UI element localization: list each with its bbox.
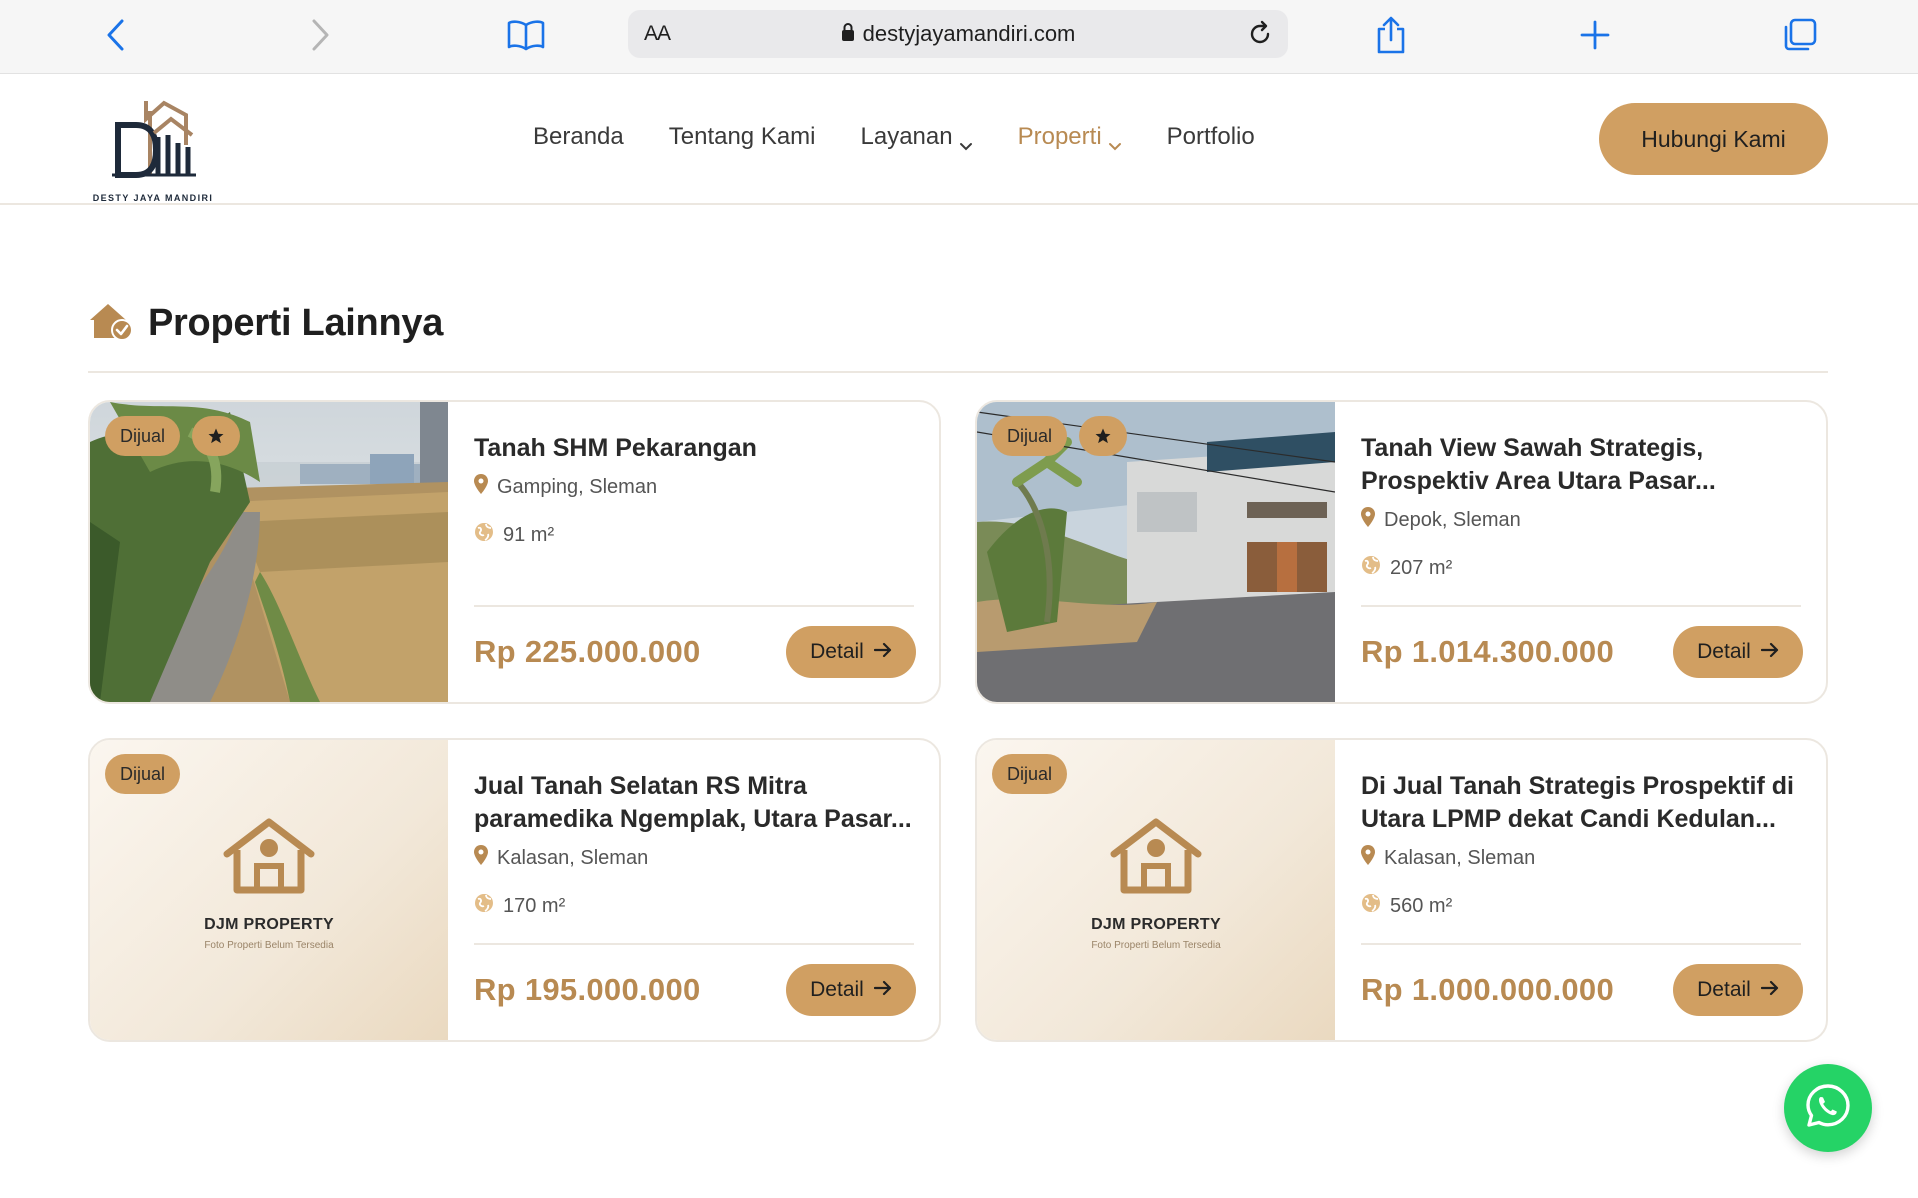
browser-toolbar: AA destyjayamandiri.com [0,0,1918,74]
property-location: Kalasan, Sleman [1361,845,1535,871]
arrow-right-icon [873,978,892,1002]
globe-icon [474,893,494,919]
property-area: 170 m² [474,893,565,919]
site-logo[interactable]: DESTY JAYA MANDIRI [88,97,218,203]
house-icon [223,818,315,896]
property-location: Depok, Sleman [1361,507,1521,533]
arrow-right-icon [1760,978,1779,1002]
detail-button[interactable]: Detail [786,964,916,1016]
star-icon [1079,416,1128,456]
property-photo[interactable]: DJM PROPERTY Foto Properti Belum Tersedi… [977,740,1335,1040]
card-divider [1361,943,1801,945]
globe-icon [474,522,494,548]
card-divider [1361,605,1801,607]
whatsapp-chat-button[interactable] [1784,1064,1872,1152]
contact-us-button[interactable]: Hubungi Kami [1599,103,1828,175]
property-title[interactable]: Tanah SHM Pekarangan [474,432,916,465]
section-title: Properti Lainnya [148,302,444,344]
nav-item-beranda[interactable]: Beranda [533,123,624,151]
card-divider [474,605,914,607]
property-title[interactable]: Di Jual Tanah Strategis Prospektif di Ut… [1361,770,1803,836]
property-card[interactable]: DJM PROPERTY Foto Properti Belum Tersedi… [975,738,1828,1042]
map-pin-icon [1361,845,1375,871]
property-price: Rp 195.000.000 [474,972,701,1007]
globe-icon [1361,893,1381,919]
house-icon [1110,818,1202,896]
placeholder-title: DJM PROPERTY [1091,916,1221,933]
property-title[interactable]: Tanah View Sawah Strategis, Prospektiv A… [1361,432,1803,498]
nav-item-portfolio[interactable]: Portfolio [1167,123,1255,151]
logo-text: DESTY JAYA MANDIRI [92,193,214,203]
forward-icon[interactable] [295,12,345,58]
reader-view-toggle[interactable]: AA [644,22,671,46]
property-info: Tanah SHM Pekarangan Gamping, Sleman 91 … [474,402,916,702]
sale-badge: Dijual [105,416,181,456]
placeholder-title: DJM PROPERTY [204,916,334,933]
placeholder-subtitle: Foto Properti Belum Tersedia [204,940,334,951]
property-card[interactable]: Dijual Tanah SHM Pekarangan Gamping, Sle… [88,400,941,704]
new-tab-icon[interactable] [1570,12,1620,58]
url-text: destyjayamandiri.com [862,21,1076,46]
nav-item-properti[interactable]: Properti [1018,123,1122,151]
property-price: Rp 225.000.000 [474,634,701,669]
site-header: DESTY JAYA MANDIRI Beranda Tentang Kami … [0,75,1918,205]
reload-icon[interactable] [1244,18,1276,50]
map-pin-icon [474,845,488,871]
section-header: Properti Lainnya [88,300,443,347]
card-divider [474,943,914,945]
property-location: Gamping, Sleman [474,474,657,500]
property-card[interactable]: Dijual Tanah View Sawah Strategis, Prosp… [975,400,1828,704]
arrow-right-icon [873,640,892,664]
map-pin-icon [474,474,488,500]
property-info: Tanah View Sawah Strategis, Prospektiv A… [1361,402,1803,702]
property-price: Rp 1.000.000.000 [1361,972,1614,1007]
bookmarks-icon[interactable] [501,12,551,58]
property-photo[interactable]: Dijual [977,402,1335,702]
property-area: 91 m² [474,522,554,548]
map-pin-icon [1361,507,1375,533]
nav-item-tentang-kami[interactable]: Tentang Kami [669,123,816,151]
sale-badge: Dijual [992,416,1068,456]
star-icon [192,416,241,456]
property-title[interactable]: Jual Tanah Selatan RS Mitra paramedika N… [474,770,916,836]
section-divider [88,371,1828,373]
chevron-down-icon [1108,132,1122,151]
property-card[interactable]: DJM PROPERTY Foto Properti Belum Tersedi… [88,738,941,1042]
detail-button[interactable]: Detail [786,626,916,678]
placeholder-subtitle: Foto Properti Belum Tersedia [1091,940,1221,951]
property-info: Jual Tanah Selatan RS Mitra paramedika N… [474,740,916,1040]
address-bar[interactable]: AA destyjayamandiri.com [628,10,1288,58]
property-photo[interactable]: Dijual [90,402,448,702]
arrow-right-icon [1760,640,1779,664]
tabs-overview-icon[interactable] [1775,12,1825,58]
lock-icon [841,22,855,47]
property-area: 207 m² [1361,555,1452,581]
property-price: Rp 1.014.300.000 [1361,634,1614,669]
property-area: 560 m² [1361,893,1452,919]
share-icon[interactable] [1366,12,1416,58]
detail-button[interactable]: Detail [1673,964,1803,1016]
detail-button[interactable]: Detail [1673,626,1803,678]
back-icon[interactable] [91,12,141,58]
property-photo[interactable]: DJM PROPERTY Foto Properti Belum Tersedi… [90,740,448,1040]
main-nav: Beranda Tentang Kami Layanan Properti Po… [533,123,1300,151]
nav-item-layanan[interactable]: Layanan [861,123,973,151]
property-location: Kalasan, Sleman [474,845,648,871]
whatsapp-icon [1803,1081,1853,1136]
chevron-down-icon [959,132,973,151]
sale-badge: Dijual [992,754,1068,794]
globe-icon [1361,555,1381,581]
house-check-icon [88,300,134,347]
sale-badge: Dijual [105,754,181,794]
property-info: Di Jual Tanah Strategis Prospektif di Ut… [1361,740,1803,1040]
